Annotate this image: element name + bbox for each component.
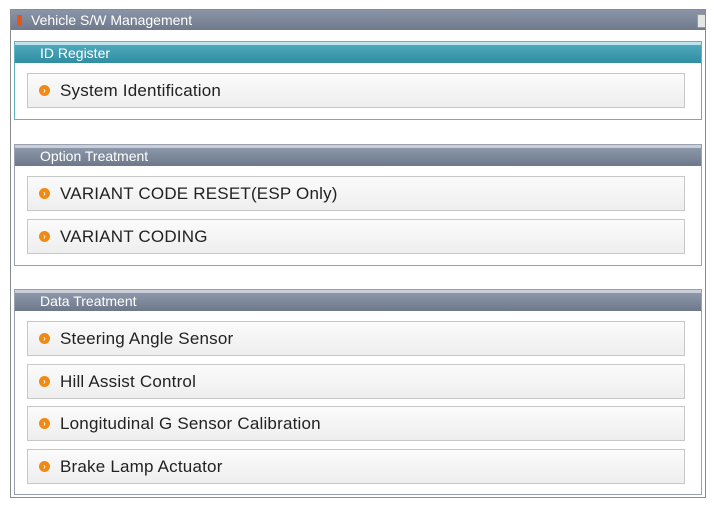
window-control-button[interactable]	[697, 14, 705, 28]
group-header-id-register: ID Register	[15, 42, 701, 63]
menu-item-label: Longitudinal G Sensor Calibration	[60, 413, 321, 433]
group-option-treatment: Option Treatment › VARIANT CODE RESET(ES…	[14, 144, 702, 266]
arrow-circle-icon: ›	[39, 188, 50, 199]
menu-item-steering-angle-sensor[interactable]: › Steering Angle Sensor	[27, 321, 685, 356]
menu-item-longitudinal-g-sensor-calibration[interactable]: › Longitudinal G Sensor Calibration	[27, 406, 685, 441]
menu-item-variant-coding[interactable]: › VARIANT CODING	[27, 219, 685, 254]
menu-item-system-identification[interactable]: › System Identification	[27, 73, 685, 108]
menu-item-label: VARIANT CODE RESET(ESP Only)	[60, 183, 338, 203]
vehicle-flag-icon	[17, 14, 22, 26]
menu-item-label: Brake Lamp Actuator	[60, 456, 223, 476]
menu-item-label: System Identification	[60, 80, 222, 100]
menu-item-variant-code-reset[interactable]: › VARIANT CODE RESET(ESP Only)	[27, 176, 685, 211]
vehicle-sw-management-window: Vehicle S/W Management ID Register › Sys…	[10, 9, 706, 498]
arrow-circle-icon: ›	[39, 333, 50, 344]
arrow-circle-icon: ›	[39, 376, 50, 387]
group-header-data-treatment: Data Treatment	[15, 290, 701, 311]
menu-item-label: Hill Assist Control	[60, 371, 197, 391]
group-data-treatment: Data Treatment › Steering Angle Sensor ›…	[14, 289, 702, 495]
window-titlebar: Vehicle S/W Management	[11, 10, 705, 30]
menu-item-hill-assist-control[interactable]: › Hill Assist Control	[27, 364, 685, 399]
arrow-circle-icon: ›	[39, 231, 50, 242]
group-header-option-treatment: Option Treatment	[15, 145, 701, 166]
menu-item-label: Steering Angle Sensor	[60, 328, 234, 348]
arrow-circle-icon: ›	[39, 461, 50, 472]
arrow-circle-icon: ›	[39, 418, 50, 429]
arrow-circle-icon: ›	[39, 85, 50, 96]
menu-item-brake-lamp-actuator[interactable]: › Brake Lamp Actuator	[27, 449, 685, 484]
menu-item-label: VARIANT CODING	[60, 226, 208, 246]
group-id-register: ID Register › System Identification	[14, 41, 702, 120]
window-title: Vehicle S/W Management	[31, 12, 193, 28]
